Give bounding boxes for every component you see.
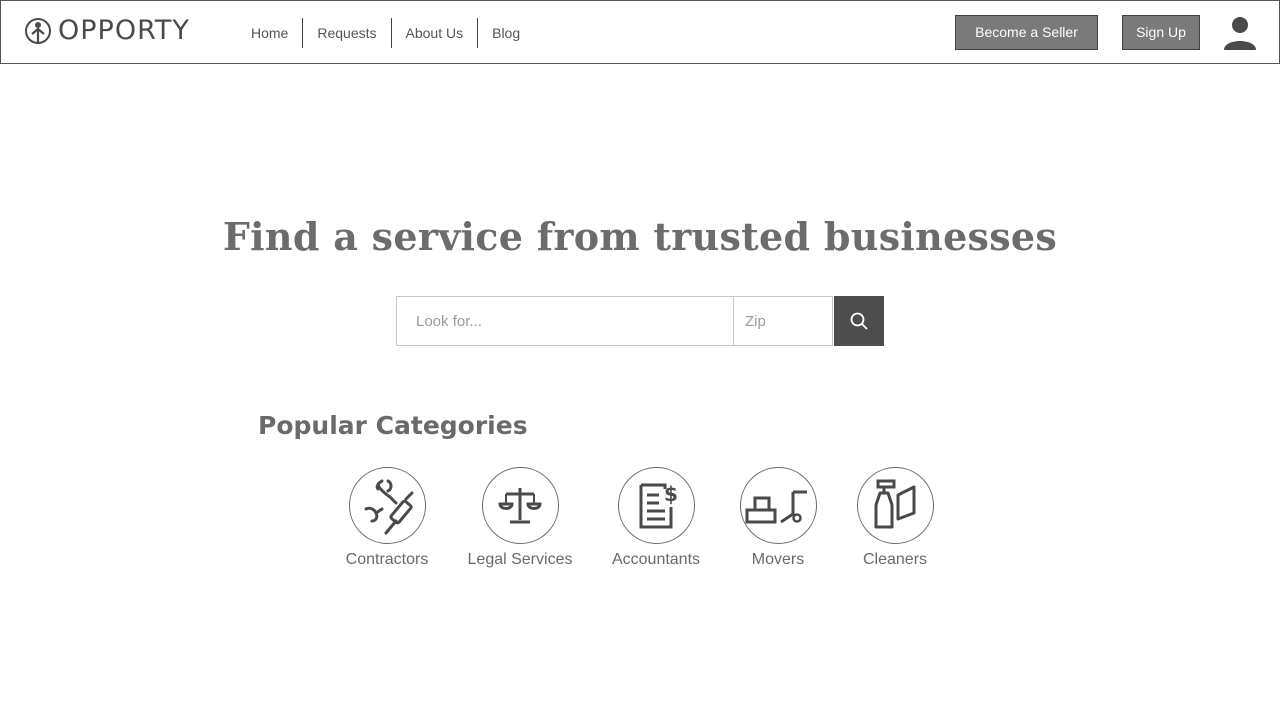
- category-cleaners[interactable]: Cleaners: [825, 467, 965, 569]
- category-label: Contractors: [345, 551, 429, 568]
- category-icon-circle: $: [617, 467, 695, 544]
- category-label: Legal Services: [467, 551, 573, 568]
- category-label: Accountants: [611, 551, 701, 568]
- nav-requests[interactable]: Requests: [302, 18, 390, 48]
- logo-icon: [25, 18, 51, 44]
- search-icon: [850, 312, 868, 330]
- nav-about-us[interactable]: About Us: [390, 18, 478, 48]
- tools-icon: [364, 479, 414, 534]
- nav-home[interactable]: Home: [237, 18, 302, 48]
- svg-text:$: $: [664, 482, 678, 506]
- category-contractors[interactable]: Contractors: [317, 467, 457, 569]
- become-seller-button[interactable]: Become a Seller: [955, 15, 1098, 50]
- document-dollar-icon: $: [639, 482, 678, 528]
- brand-logo[interactable]: OPPORTY: [24, 16, 190, 46]
- sign-up-button[interactable]: Sign Up: [1122, 15, 1200, 50]
- site-header: OPPORTY Home Requests About Us Blog Beco…: [0, 0, 1280, 64]
- category-icon-circle: [739, 467, 817, 544]
- category-legal-services[interactable]: Legal Services: [450, 467, 590, 569]
- popular-categories-heading: Popular Categories: [258, 411, 528, 440]
- hero-title: Find a service from trusted businesses: [222, 214, 1058, 259]
- brand-name: OPPORTY: [58, 15, 190, 46]
- user-icon[interactable]: [1222, 16, 1258, 50]
- search-input[interactable]: [397, 297, 733, 345]
- spray-bottle-icon: [874, 479, 916, 528]
- nav-blog[interactable]: Blog: [477, 18, 534, 48]
- search-button[interactable]: [834, 296, 884, 346]
- category-label: Cleaners: [862, 551, 928, 568]
- hand-truck-icon: [745, 490, 807, 523]
- category-icon-circle: [481, 467, 559, 544]
- scales-icon: [498, 487, 542, 523]
- zip-field[interactable]: [734, 296, 833, 346]
- zip-input[interactable]: [734, 297, 832, 345]
- category-icon-circle: [856, 467, 934, 544]
- main-nav: Home Requests About Us Blog: [237, 18, 534, 48]
- search-field[interactable]: [396, 296, 734, 346]
- category-accountants[interactable]: $ Accountants: [586, 467, 726, 569]
- category-icon-circle: [348, 467, 426, 544]
